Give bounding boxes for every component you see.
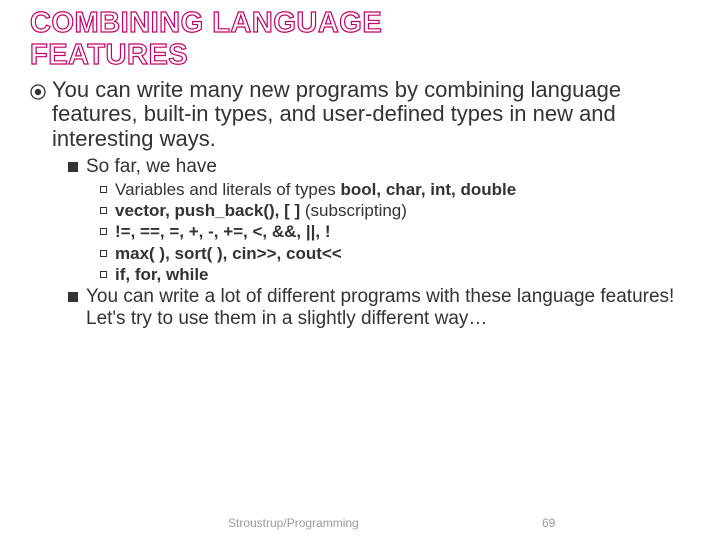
title-line-2: FEATURES <box>30 39 188 71</box>
bullet-level3: Variables and literals of types bool, ch… <box>100 180 690 200</box>
level3-text: !=, ==, =, +, -, +=, <, &&, ||, ! <box>115 222 690 242</box>
slide: COMBINING LANGUAGE FEATURES You can writ… <box>0 0 720 540</box>
level1-text: You can write many new programs by combi… <box>52 78 690 152</box>
bullet-level3: !=, ==, =, +, -, +=, <, &&, ||, ! <box>100 222 690 242</box>
square-bullet-icon <box>68 162 78 172</box>
item-bold: vector, push_back(), [ ] <box>115 201 305 220</box>
item-bold: !=, ==, =, +, -, +=, <, &&, ||, ! <box>115 222 331 241</box>
open-square-bullet-icon <box>100 271 107 278</box>
level2-text: So far, we have <box>86 156 690 178</box>
title-line-1: COMBINING LANGUAGE <box>30 7 382 39</box>
item-bold: bool, char, int, double <box>341 180 517 199</box>
bullet-level1: You can write many new programs by combi… <box>30 78 690 152</box>
level2-group: So far, we have Variables and literals o… <box>30 156 690 330</box>
item-post: (subscripting) <box>305 201 407 220</box>
bullet-level3: vector, push_back(), [ ] (subscripting) <box>100 201 690 221</box>
level3-text: vector, push_back(), [ ] (subscripting) <box>115 201 690 221</box>
open-square-bullet-icon <box>100 228 107 235</box>
square-bullet-icon <box>68 292 78 302</box>
open-square-bullet-icon <box>100 186 107 193</box>
bullet-level2: So far, we have <box>68 156 690 178</box>
slide-title: COMBINING LANGUAGE FEATURES <box>30 8 690 72</box>
item-pre: Variables and literals of types <box>115 180 341 199</box>
open-square-bullet-icon <box>100 207 107 214</box>
level3-group: Variables and literals of types bool, ch… <box>68 180 690 286</box>
level2-text: You can write a lot of different program… <box>86 286 690 330</box>
footer-page-number: 69 <box>542 516 555 530</box>
footer-source: Stroustrup/Programming <box>228 516 359 530</box>
item-bold: max( ), sort( ), cin>>, cout<< <box>115 244 342 263</box>
open-square-bullet-icon <box>100 250 107 257</box>
level3-text: Variables and literals of types bool, ch… <box>115 180 690 200</box>
level3-text: max( ), sort( ), cin>>, cout<< <box>115 244 690 264</box>
item-bold: if, for, while <box>115 265 209 284</box>
slide-body: You can write many new programs by combi… <box>30 78 690 330</box>
level3-text: if, for, while <box>115 265 690 285</box>
disc-bullet-icon <box>30 84 46 100</box>
bullet-level3: if, for, while <box>100 265 690 285</box>
bullet-level3: max( ), sort( ), cin>>, cout<< <box>100 244 690 264</box>
bullet-level2: You can write a lot of different program… <box>68 286 690 330</box>
